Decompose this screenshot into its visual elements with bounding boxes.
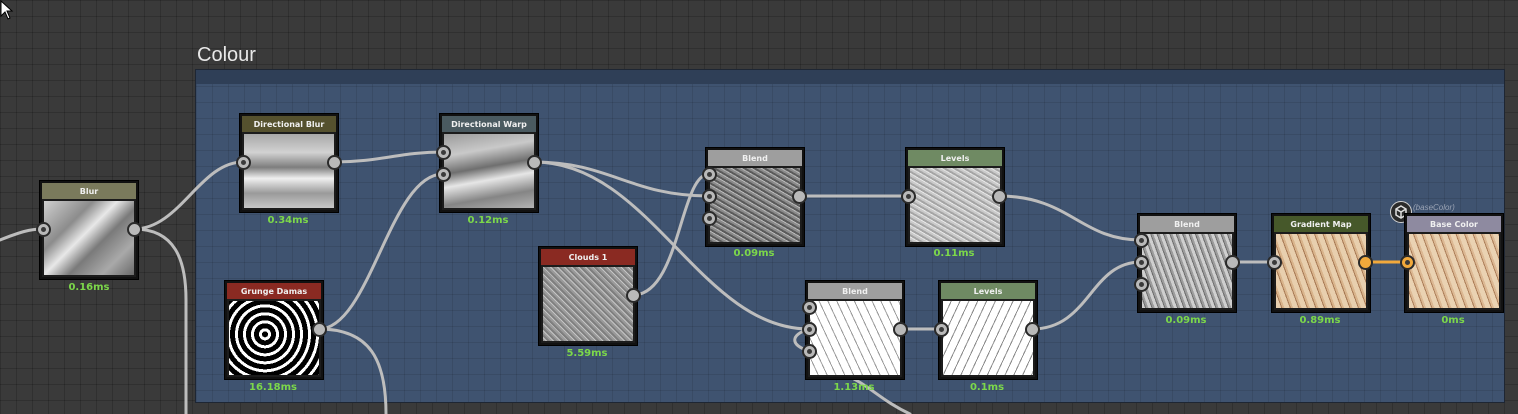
node-title: Grunge Damas [227,283,321,299]
output-port[interactable] [527,155,542,170]
node-thumbnail [444,134,534,208]
node-title: Clouds 1 [541,249,635,265]
wire-blur-down [132,227,188,414]
node-timing: 0.1ms [969,382,1005,393]
node-title: Levels [908,150,1002,166]
wire-dirblur-to-warp [332,150,445,164]
node-thumbnail [710,168,800,242]
node-timing: 1.13ms [833,382,875,393]
output-identifier: (baseColor) [1413,203,1455,212]
output-port[interactable] [1358,255,1373,270]
node-gradient-map[interactable]: Gradient Map [1272,214,1370,312]
node-title: Blend [808,283,902,299]
node-timing: 0.34ms [267,215,309,226]
node-title: Directional Blur [242,116,336,132]
node-blur[interactable]: Blur [40,181,138,279]
input-port[interactable] [1400,255,1415,270]
input-port[interactable] [802,322,817,337]
input-port[interactable] [702,167,717,182]
node-title: Gradient Map [1274,216,1368,232]
node-grunge-damas[interactable]: Grunge Damas [225,281,323,379]
input-port[interactable] [1134,233,1149,248]
input-port[interactable] [702,189,717,204]
input-port[interactable] [802,344,817,359]
node-title: Blend [708,150,802,166]
input-port[interactable] [436,167,451,182]
node-blend-3[interactable]: Blend [1138,214,1236,312]
output-port[interactable] [992,189,1007,204]
node-title: Blend [1140,216,1234,232]
output-port[interactable] [893,322,908,337]
node-levels-2[interactable]: Levels [939,281,1037,379]
input-port[interactable] [802,300,817,315]
node-thumbnail [244,134,334,208]
output-port[interactable] [1025,322,1040,337]
input-port[interactable] [1134,255,1149,270]
input-port[interactable] [36,222,51,237]
node-timing: 0.09ms [1165,315,1207,326]
node-blend-2[interactable]: Blend [806,281,904,379]
node-title: Directional Warp [442,116,536,132]
node-thumbnail [943,301,1033,375]
node-title: Base Color [1407,216,1501,232]
node-thumbnail [543,267,633,341]
node-levels-1[interactable]: Levels [906,148,1004,246]
node-timing: 0ms [1441,315,1465,326]
node-directional-warp[interactable]: Directional Warp [440,114,538,212]
output-port[interactable] [626,288,641,303]
node-blend-1[interactable]: Blend [706,148,804,246]
node-thumbnail [1276,234,1366,308]
output-port[interactable] [792,189,807,204]
node-timing: 0.09ms [733,248,775,259]
output-port[interactable] [1225,255,1240,270]
node-base-color[interactable]: Base Color [1405,214,1503,312]
node-thumbnail [44,201,134,275]
wire-blur-to-dirblur [132,160,245,231]
wire-warp-to-blend1 [532,160,711,198]
input-port[interactable] [1134,277,1149,292]
node-timing: 0.11ms [933,248,975,259]
wire-levels2-to-blend3 [1030,260,1143,331]
input-port[interactable] [934,322,949,337]
node-clouds-1[interactable]: Clouds 1 [539,247,637,345]
node-thumbnail [810,301,900,375]
wire-levels1-to-blend3 [997,194,1143,242]
node-directional-blur[interactable]: Directional Blur [240,114,338,212]
node-timing: 0.89ms [1299,315,1341,326]
node-timing: 0.12ms [467,215,509,226]
node-thumbnail [910,168,1000,242]
node-timing: 5.59ms [566,348,608,359]
node-title: Levels [941,283,1035,299]
node-thumbnail [229,301,319,375]
output-port[interactable] [312,322,327,337]
input-port[interactable] [1267,255,1282,270]
input-port[interactable] [436,145,451,160]
input-port[interactable] [901,189,916,204]
output-port[interactable] [327,155,342,170]
node-timing: 0.16ms [68,282,110,293]
node-thumbnail [1142,234,1232,308]
input-port[interactable] [702,211,717,226]
input-port[interactable] [236,155,251,170]
node-timing: 16.18ms [248,382,297,393]
node-thumbnail [1409,234,1499,308]
node-title: Blur [42,183,136,199]
output-port[interactable] [127,222,142,237]
wire-grunge-down [317,327,388,414]
